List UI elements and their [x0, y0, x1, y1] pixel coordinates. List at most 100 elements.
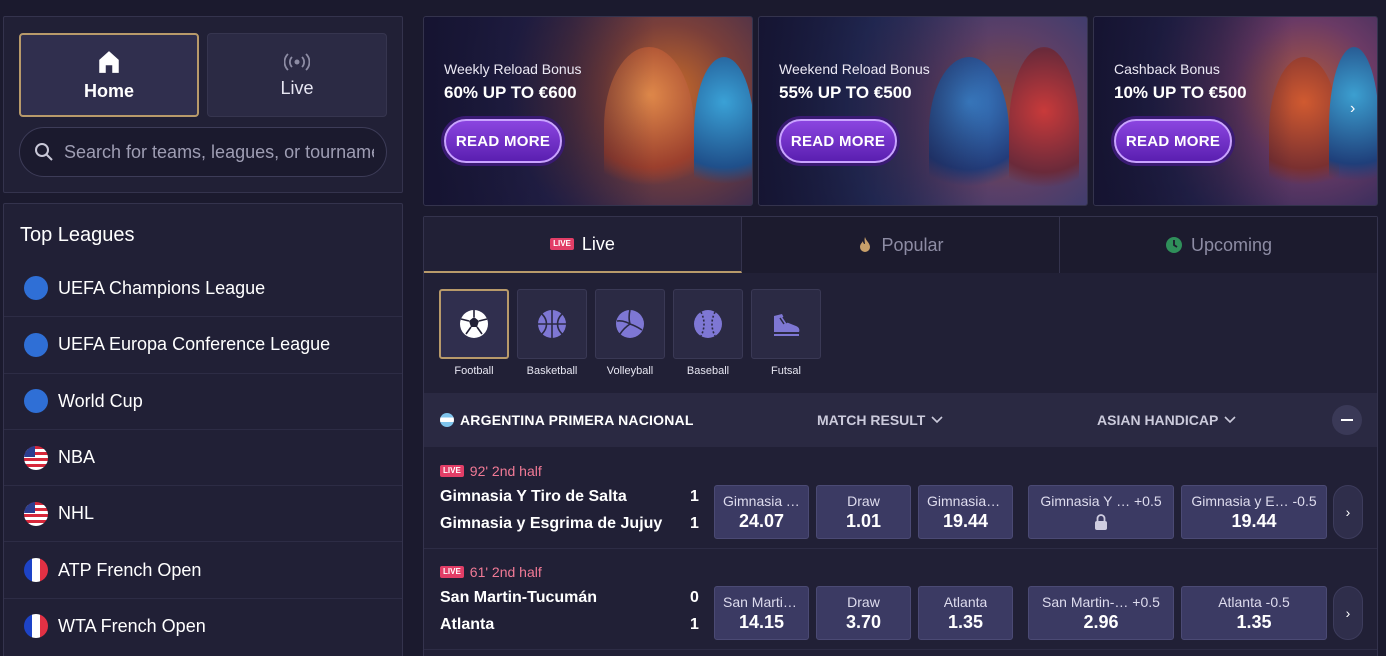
- match-time: 61' 2nd half: [469, 564, 542, 580]
- sport-icon-box: [751, 289, 821, 359]
- banner-subtitle: Cashback Bonus: [1114, 61, 1220, 77]
- live-badge-icon: LIVE: [440, 566, 464, 578]
- lock-icon: [1095, 514, 1107, 530]
- home-button[interactable]: Home: [19, 33, 199, 117]
- odd-handicap-away-button[interactable]: Atlanta -0.5 1.35: [1181, 586, 1327, 640]
- league-label: UEFA Europa Conference League: [58, 334, 331, 355]
- tab-upcoming[interactable]: Upcoming: [1060, 217, 1377, 273]
- tab-popular[interactable]: Popular: [742, 217, 1060, 273]
- odd-value: 1.01: [845, 510, 882, 531]
- sport-icon-box: [673, 289, 743, 359]
- odd-value: 3.70: [845, 611, 882, 632]
- match-status: LIVE 92' 2nd half: [440, 463, 542, 479]
- argentina-flag-icon: [440, 413, 454, 427]
- banner-subtitle: Weekly Reload Bonus: [444, 61, 582, 77]
- sport-icon-box: [439, 289, 509, 359]
- odd-draw-button[interactable]: Draw 1.01: [816, 485, 911, 539]
- home-team[interactable]: San Martin-Tucumán: [440, 589, 597, 607]
- odd-handicap-away-button[interactable]: Gimnasia y E… -0.5 19.44: [1181, 485, 1327, 539]
- match-row: LIVE 61' 2nd half San Martin-Tucumán Atl…: [424, 550, 1377, 650]
- soccer-ball-icon: [460, 310, 488, 338]
- minus-icon: [1341, 419, 1353, 421]
- away-team[interactable]: Atlanta: [440, 616, 494, 634]
- banner-shade: [1094, 17, 1377, 205]
- banner-headline: 55% UP TO €500: [779, 83, 912, 102]
- away-score: 1: [690, 515, 699, 532]
- flame-icon: [860, 237, 871, 252]
- league-item-nhl[interactable]: NHL: [4, 485, 402, 541]
- live-badge-icon: LIVE: [550, 238, 574, 250]
- market-select-asian-handicap[interactable]: ASIAN HANDICAP: [1097, 412, 1236, 428]
- promo-banner-weekend-reload[interactable]: Weekend Reload Bonus 55% UP TO €500 READ…: [758, 16, 1088, 206]
- chevron-right-icon[interactable]: ›: [1333, 586, 1363, 640]
- sport-basketball[interactable]: Basketball: [517, 289, 587, 377]
- league-label: NBA: [58, 447, 96, 468]
- france-flag-icon: [24, 614, 48, 639]
- promo-banner-cashback[interactable]: Cashback Bonus 10% UP TO €500 READ MORE: [1093, 16, 1378, 206]
- tab-popular-label: Popular: [881, 234, 944, 255]
- sport-label: Football: [454, 365, 494, 377]
- banner-headline: 10% UP TO €500: [1114, 83, 1247, 102]
- odd-home-button[interactable]: San Martin-Tucumán 14.15: [714, 586, 809, 640]
- home-team[interactable]: Gimnasia Y Tiro de Salta: [440, 488, 627, 506]
- france-flag-icon: [24, 558, 48, 583]
- away-team[interactable]: Gimnasia y Esgrima de Jujuy: [440, 515, 662, 533]
- odd-label: Gimnasia y Esgrima de Jujuy: [927, 492, 1004, 509]
- league-item-uefa-champions-league[interactable]: UEFA Champions League: [4, 260, 402, 316]
- match-status: LIVE 61' 2nd half: [440, 564, 542, 580]
- live-button[interactable]: Live: [207, 33, 387, 117]
- league-label: UEFA Champions League: [58, 277, 266, 298]
- top-leagues-panel: Top Leagues UEFA Champions League UEFA E…: [3, 203, 403, 656]
- top-leagues-list: UEFA Champions League UEFA Europa Confer…: [4, 260, 402, 654]
- odd-label: Draw: [847, 492, 880, 509]
- odd-handicap-home-button[interactable]: Gimnasia Y … +0.5: [1028, 485, 1174, 539]
- home-button-label: Home: [83, 80, 134, 101]
- league-name: ARGENTINA PRIMERA NACIONAL: [460, 412, 694, 428]
- sport-baseball[interactable]: Baseball: [673, 289, 743, 377]
- odd-value: 1.35: [1236, 611, 1272, 632]
- league-item-atp-french-open[interactable]: ATP French Open: [4, 541, 402, 597]
- chevron-down-icon: [931, 416, 943, 424]
- odd-draw-button[interactable]: Draw 3.70: [816, 586, 911, 640]
- sport-icon-box: [517, 289, 587, 359]
- globe-icon: [24, 389, 48, 414]
- league-label: NHL: [58, 503, 95, 524]
- league-label: WTA French Open: [58, 615, 206, 636]
- odd-value: 1.35: [947, 611, 984, 632]
- league-item-uefa-europa-conference-league[interactable]: UEFA Europa Conference League: [4, 316, 402, 372]
- search-icon: [35, 143, 53, 161]
- chevron-right-icon[interactable]: ›: [1333, 485, 1363, 539]
- chevron-right-icon[interactable]: ›: [1350, 100, 1366, 120]
- read-more-button[interactable]: READ MORE: [779, 119, 897, 163]
- odd-away-button[interactable]: Atlanta 1.35: [918, 586, 1013, 640]
- sport-futsal[interactable]: Futsal: [751, 289, 821, 377]
- globe-icon: [24, 276, 48, 301]
- read-more-button[interactable]: READ MORE: [1114, 119, 1232, 163]
- banner-subtitle: Weekend Reload Bonus: [779, 61, 930, 77]
- globe-icon: [24, 332, 48, 357]
- odd-home-button[interactable]: Gimnasia Y Tiro de Salta 24.07: [714, 485, 809, 539]
- futsal-shoe-icon: [774, 314, 800, 336]
- read-more-button[interactable]: READ MORE: [444, 119, 562, 163]
- sport-football[interactable]: Football: [439, 289, 509, 377]
- home-score: 1: [690, 488, 699, 505]
- sport-label: Basketball: [526, 365, 578, 377]
- promo-banner-weekly-reload[interactable]: Weekly Reload Bonus 60% UP TO €600 READ …: [423, 16, 753, 206]
- odd-away-button[interactable]: Gimnasia y Esgrima de Jujuy 19.44: [918, 485, 1013, 539]
- league-item-nba[interactable]: NBA: [4, 428, 402, 485]
- top-leagues-title: Top Leagues: [20, 224, 135, 246]
- events-panel: LIVE Live Popular Upcoming Football Bask…: [423, 216, 1378, 656]
- collapse-button[interactable]: [1332, 405, 1362, 435]
- odd-value: 24.07: [738, 510, 785, 531]
- league-item-world-cup[interactable]: World Cup: [4, 372, 402, 429]
- us-flag-icon: [24, 501, 48, 526]
- away-score: 1: [690, 616, 699, 633]
- league-item-wta-french-open[interactable]: WTA French Open: [4, 597, 402, 654]
- odd-value: 14.15: [738, 611, 785, 632]
- odd-handicap-home-button[interactable]: San Martin-… +0.5 2.96: [1028, 586, 1174, 640]
- search-input[interactable]: [64, 141, 374, 163]
- league-label: World Cup: [58, 390, 143, 411]
- sport-volleyball[interactable]: Volleyball: [595, 289, 665, 377]
- tab-live[interactable]: LIVE Live: [424, 217, 742, 273]
- market-select-match-result[interactable]: MATCH RESULT: [817, 412, 943, 428]
